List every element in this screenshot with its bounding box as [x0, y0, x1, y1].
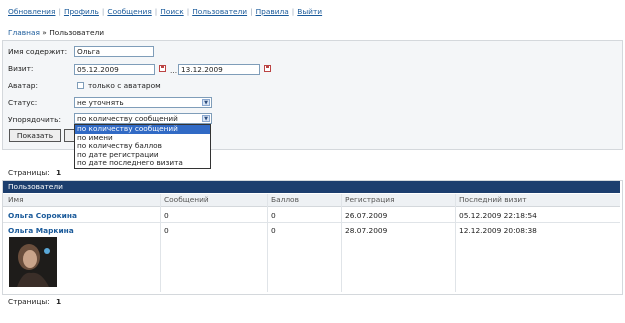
column-divider — [267, 194, 268, 292]
status-label: Статус: — [8, 98, 38, 107]
date-range-separator: ... — [170, 66, 178, 75]
user-registered: 28.07.2009 — [345, 226, 388, 235]
page-link[interactable]: 1 — [56, 168, 61, 177]
column-divider — [341, 194, 342, 292]
nav-messages[interactable]: Сообщения — [107, 7, 151, 16]
user-posts: 0 — [164, 211, 169, 220]
table-header-row — [3, 194, 620, 207]
pages-label: Страницы: — [8, 297, 50, 306]
status-select-value: не уточнять — [77, 98, 124, 107]
user-posts: 0 — [164, 226, 169, 235]
chevron-down-icon[interactable]: ▼ — [202, 115, 210, 122]
column-divider — [160, 194, 161, 292]
user-points: 0 — [271, 211, 276, 220]
page-link[interactable]: 1 — [56, 297, 61, 306]
nav-search[interactable]: Поиск — [160, 7, 183, 16]
pagination-bottom-bar — [2, 294, 621, 306]
avatar-checkbox-label[interactable]: только с аватаром — [88, 81, 161, 90]
order-label: Упорядочить: — [8, 115, 61, 124]
name-filter-label: Имя содержит: — [8, 47, 68, 56]
avatar-label: Аватар: — [8, 81, 38, 90]
breadcrumb-separator: » — [42, 28, 47, 37]
nav-separator: | — [291, 7, 295, 16]
row-divider — [3, 222, 620, 223]
date-from-input[interactable]: 05.12.2009 — [74, 64, 155, 75]
user-name-link[interactable]: Ольга Маркина — [8, 226, 74, 235]
top-nav: Обновления | Профиль | Сообщения | Поиск | Польз… — [8, 7, 322, 16]
date-to-input[interactable]: 13.12.2009 — [178, 64, 260, 75]
nav-users[interactable]: Пользователи — [192, 7, 247, 16]
user-avatar[interactable] — [9, 237, 57, 287]
nav-separator: | — [154, 7, 158, 16]
user-points: 0 — [271, 226, 276, 235]
column-header-name[interactable]: Имя — [8, 194, 24, 206]
name-filter-input[interactable]: Ольга — [74, 46, 154, 57]
breadcrumb: Главная » Пользователи — [8, 28, 104, 37]
status-select[interactable]: не уточнять ▼ — [74, 97, 212, 108]
order-select[interactable]: по количеству сообщений ▼ — [74, 113, 212, 124]
breadcrumb-home-link[interactable]: Главная — [8, 28, 40, 37]
order-option[interactable]: по дате последнего визита — [75, 158, 210, 168]
column-header-points[interactable]: Баллов — [271, 194, 299, 206]
user-last-visit: 12.12.2009 20:08:38 — [459, 226, 537, 235]
column-header-registered[interactable]: Регистрация — [345, 194, 395, 206]
nav-logout[interactable]: Выйти — [297, 7, 322, 16]
show-button[interactable]: Показать — [9, 129, 61, 142]
avatar-checkbox[interactable] — [77, 82, 84, 89]
user-last-visit: 05.12.2009 22:18:54 — [459, 211, 537, 220]
user-name-link[interactable]: Ольга Сорокина — [8, 211, 77, 220]
column-divider — [455, 194, 456, 292]
nav-separator: | — [250, 7, 253, 16]
chevron-down-icon[interactable]: ▼ — [202, 99, 210, 106]
calendar-icon[interactable] — [159, 65, 166, 72]
nav-separator: | — [186, 7, 190, 16]
column-header-last-visit[interactable]: Последний визит — [459, 194, 527, 206]
nav-profile[interactable]: Профиль — [64, 7, 99, 16]
nav-separator: | — [58, 7, 61, 16]
breadcrumb-current: Пользователи — [49, 28, 105, 37]
nav-separator: | — [101, 7, 105, 16]
pagination-bottom: Страницы: 1 — [8, 297, 61, 306]
order-select-value: по количеству сообщений — [77, 114, 178, 123]
user-registered: 26.07.2009 — [345, 211, 388, 220]
nav-rules[interactable]: Правила — [256, 7, 289, 16]
order-dropdown-list: по количеству сообщений по имени по коли… — [74, 124, 211, 169]
pagination-top: Страницы: 1 — [8, 168, 61, 177]
visit-label: Визит: — [8, 64, 34, 73]
nav-updates[interactable]: Обновления — [8, 7, 55, 16]
table-title: Пользователи — [3, 181, 620, 193]
pages-label: Страницы: — [8, 168, 50, 177]
column-header-posts[interactable]: Сообщений — [164, 194, 209, 206]
calendar-icon[interactable] — [264, 65, 271, 72]
